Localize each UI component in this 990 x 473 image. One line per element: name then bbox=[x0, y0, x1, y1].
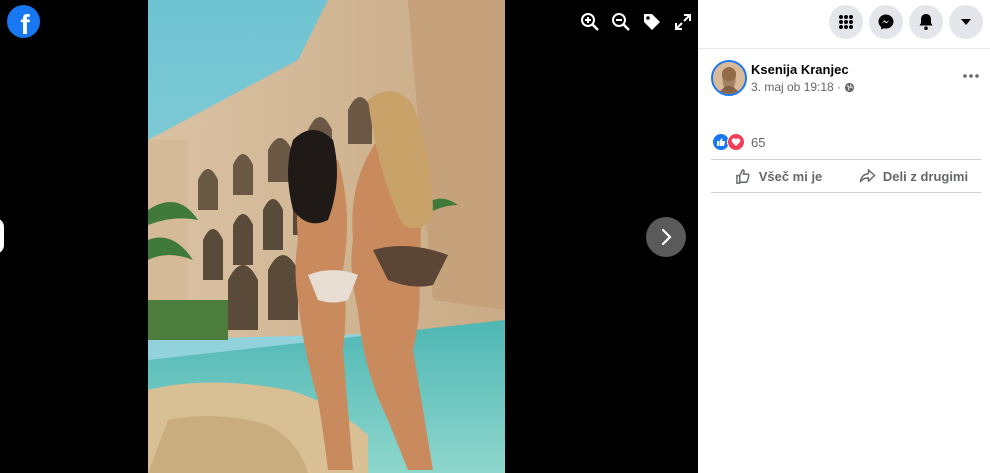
account-menu-button[interactable] bbox=[949, 5, 983, 39]
reaction-count[interactable]: 65 bbox=[751, 135, 765, 150]
chevron-right-icon bbox=[661, 228, 672, 246]
share-button[interactable]: Deli z drugimi bbox=[846, 160, 981, 192]
facebook-logo-icon[interactable]: f bbox=[7, 5, 40, 38]
menu-grid-button[interactable] bbox=[829, 5, 863, 39]
reactions-summary[interactable]: 65 bbox=[712, 133, 765, 151]
like-button[interactable]: Všeč mi je bbox=[711, 160, 846, 192]
share-label: Deli z drugimi bbox=[882, 168, 969, 184]
notifications-button[interactable] bbox=[909, 5, 943, 39]
post-panel: Ksenija Kranjec 3. maj ob 19:18 · 65 Vše… bbox=[698, 0, 990, 473]
post-meta: 3. maj ob 19:18 · bbox=[751, 80, 855, 94]
photo-viewer: f bbox=[0, 0, 698, 473]
post-actions: Všeč mi je Deli z drugimi bbox=[711, 160, 981, 192]
photo-tools bbox=[579, 11, 694, 33]
next-photo-button[interactable] bbox=[646, 217, 686, 257]
zoom-out-icon[interactable] bbox=[610, 11, 632, 33]
globe-icon bbox=[844, 82, 855, 92]
post-photo bbox=[148, 0, 505, 473]
post-author[interactable]: Ksenija Kranjec bbox=[751, 62, 849, 77]
messenger-button[interactable] bbox=[869, 5, 903, 39]
previous-photo-button[interactable] bbox=[0, 218, 4, 254]
post-header: Ksenija Kranjec 3. maj ob 19:18 · bbox=[711, 60, 981, 96]
menu-grid-icon bbox=[839, 15, 853, 29]
share-arrow-icon bbox=[859, 169, 876, 183]
like-label: Všeč mi je bbox=[758, 168, 823, 184]
divider bbox=[711, 192, 981, 193]
account-caret-icon bbox=[961, 19, 971, 25]
more-options-button[interactable] bbox=[961, 68, 981, 84]
messenger-icon bbox=[878, 14, 894, 30]
post-timestamp[interactable]: 3. maj ob 19:18 · bbox=[751, 80, 841, 94]
thumbs-up-icon bbox=[735, 168, 750, 184]
top-bar bbox=[698, 0, 990, 49]
love-icon bbox=[727, 133, 745, 151]
tag-icon[interactable] bbox=[641, 11, 663, 33]
notifications-bell-icon bbox=[919, 14, 933, 30]
zoom-in-icon[interactable] bbox=[579, 11, 601, 33]
more-dots-icon bbox=[963, 74, 979, 78]
fullscreen-icon[interactable] bbox=[672, 11, 694, 33]
avatar[interactable] bbox=[711, 60, 747, 96]
